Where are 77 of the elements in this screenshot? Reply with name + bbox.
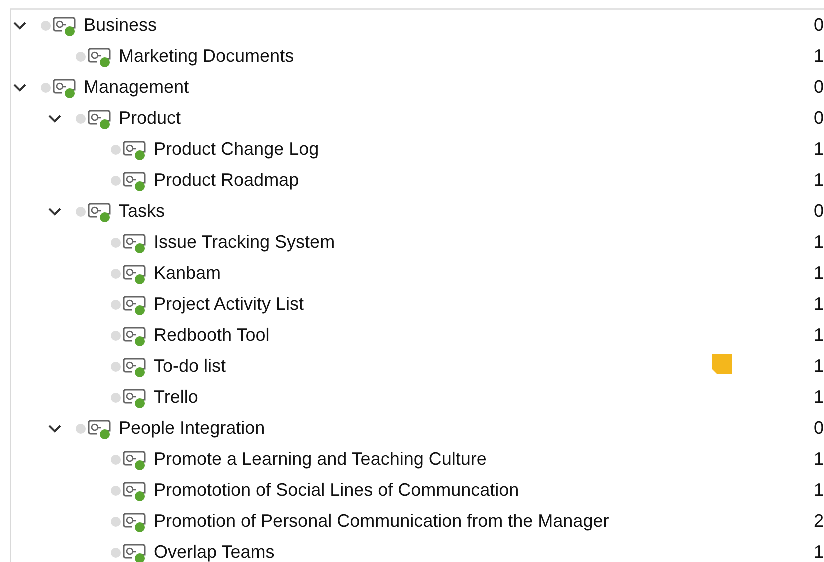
item-count: 1 bbox=[814, 325, 824, 346]
tree-item-label[interactable]: Trello bbox=[154, 387, 198, 408]
tree-item-label[interactable]: Product Roadmap bbox=[154, 170, 300, 191]
item-count: 1 bbox=[814, 46, 824, 67]
item-count: 0 bbox=[814, 418, 824, 439]
item-count: 1 bbox=[814, 387, 824, 408]
item-count: 1 bbox=[814, 449, 824, 470]
document-status-icon bbox=[122, 262, 148, 284]
tree-item-label[interactable]: Kanbam bbox=[154, 263, 222, 284]
status-dot-icon bbox=[111, 144, 121, 154]
tree-item-label[interactable]: People Integration bbox=[119, 418, 266, 439]
status-dot-icon bbox=[41, 82, 51, 92]
document-status-icon bbox=[122, 232, 148, 254]
item-count: 1 bbox=[814, 480, 824, 501]
item-count: 1 bbox=[814, 232, 824, 253]
document-status-icon bbox=[122, 324, 148, 346]
item-count: 2 bbox=[814, 511, 824, 532]
status-dot-icon bbox=[111, 238, 121, 248]
tree-item-label[interactable]: Overlap Teams bbox=[154, 542, 275, 562]
document-status-icon bbox=[122, 356, 148, 378]
chevron-icon[interactable] bbox=[48, 206, 62, 216]
item-count: 1 bbox=[814, 263, 824, 284]
tree-item-label[interactable]: Tasks bbox=[119, 201, 166, 222]
status-dot-icon bbox=[111, 454, 121, 464]
document-status-icon bbox=[87, 46, 113, 68]
chevron-icon[interactable] bbox=[48, 114, 62, 124]
chevron-icon[interactable] bbox=[48, 424, 62, 434]
tree-item-label[interactable]: To-do list bbox=[154, 356, 226, 377]
status-dot-icon bbox=[111, 362, 121, 372]
document-status-icon bbox=[87, 200, 113, 222]
status-dot-icon bbox=[76, 52, 86, 62]
item-count: 1 bbox=[814, 139, 824, 160]
status-dot-icon bbox=[76, 114, 86, 124]
tree-item-label[interactable]: Promote a Learning and Teaching Culture bbox=[154, 449, 487, 470]
status-dot-icon bbox=[76, 424, 86, 434]
tree-item-label[interactable]: Marketing Documents bbox=[119, 46, 294, 67]
document-status-icon bbox=[122, 448, 148, 470]
item-count: 0 bbox=[814, 15, 824, 36]
tree-item-label[interactable]: Project Activity List bbox=[154, 294, 304, 315]
item-count: 0 bbox=[814, 108, 824, 129]
chevron-icon[interactable] bbox=[13, 82, 27, 92]
item-count: 0 bbox=[814, 77, 824, 98]
status-dot-icon bbox=[111, 548, 121, 558]
tree-item-label[interactable]: Promototion of Social Lines of Communcation bbox=[154, 480, 520, 501]
document-status-icon bbox=[122, 480, 148, 502]
item-count: 0 bbox=[814, 201, 824, 222]
status-dot-icon bbox=[111, 392, 121, 402]
item-count: 1 bbox=[814, 170, 824, 191]
status-dot-icon bbox=[111, 486, 121, 496]
item-count: 1 bbox=[814, 356, 824, 377]
document-status-icon bbox=[122, 170, 148, 192]
status-dot-icon bbox=[111, 176, 121, 186]
document-status-icon bbox=[87, 108, 113, 130]
status-dot-icon bbox=[111, 516, 121, 526]
tree-item-label[interactable]: Product Change Log bbox=[154, 139, 320, 160]
document-status-icon bbox=[122, 294, 148, 316]
status-dot-icon bbox=[111, 300, 121, 310]
document-status-icon bbox=[52, 76, 78, 98]
tree-item-label[interactable]: Product bbox=[119, 108, 182, 129]
tree-item-label[interactable]: Redbooth Tool bbox=[154, 325, 270, 346]
document-status-icon bbox=[122, 510, 148, 532]
tree-item-label[interactable]: Business bbox=[84, 15, 158, 36]
item-count: 1 bbox=[814, 294, 824, 315]
tree-item-label[interactable]: Promotion of Personal Communication from the Manager bbox=[154, 511, 610, 532]
status-dot-icon bbox=[111, 330, 121, 340]
status-dot-icon bbox=[76, 206, 86, 216]
chevron-icon[interactable] bbox=[13, 20, 27, 30]
document-status-icon bbox=[122, 542, 148, 562]
item-count: 1 bbox=[814, 542, 824, 562]
tree-item-label[interactable]: Issue Tracking System bbox=[154, 232, 336, 253]
document-status-icon bbox=[122, 386, 148, 408]
status-dot-icon bbox=[111, 268, 121, 278]
document-status-icon bbox=[52, 14, 78, 36]
document-status-icon bbox=[122, 138, 148, 160]
document-status-icon bbox=[87, 418, 113, 440]
status-dot-icon bbox=[41, 20, 51, 30]
tree-item-label[interactable]: Management bbox=[84, 77, 190, 98]
